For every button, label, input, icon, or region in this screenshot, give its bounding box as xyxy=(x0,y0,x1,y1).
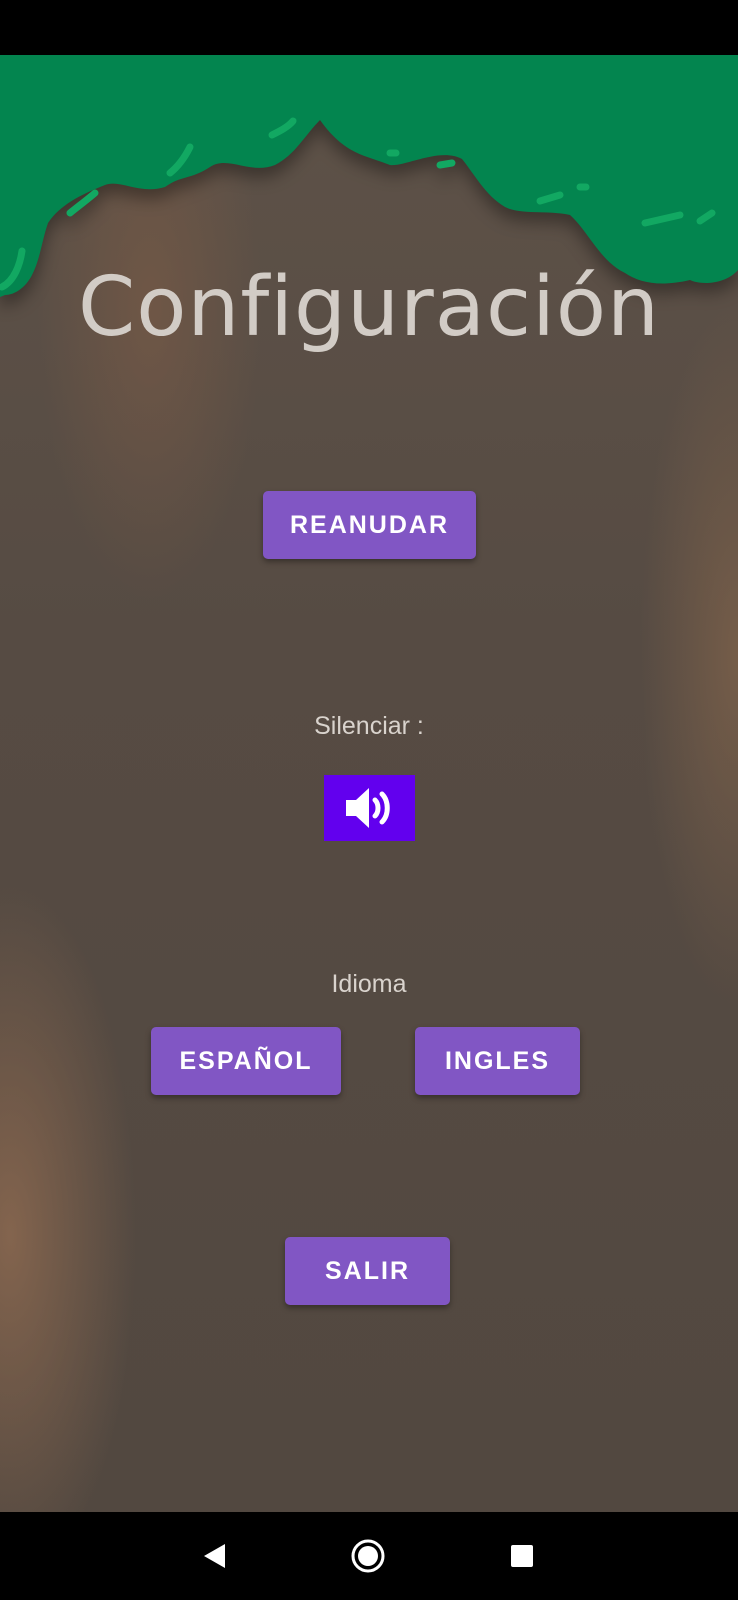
status-bar xyxy=(0,0,738,55)
home-circle-icon xyxy=(351,1539,385,1573)
volume-up-icon xyxy=(345,788,390,828)
spanish-button[interactable]: ESPAÑOL xyxy=(151,1027,341,1095)
recents-square-icon xyxy=(511,1545,533,1567)
recents-button[interactable] xyxy=(500,1534,544,1578)
mute-label: Silenciar : xyxy=(314,712,424,740)
language-label: Idioma xyxy=(331,970,407,998)
english-button[interactable]: INGLES xyxy=(415,1027,580,1095)
home-button[interactable] xyxy=(346,1534,390,1578)
app-screen: Configuración REANUDAR Silenciar : Idiom… xyxy=(0,0,738,1600)
sound-toggle-button[interactable] xyxy=(324,775,415,841)
system-navigation-bar xyxy=(0,1512,738,1600)
back-triangle-icon xyxy=(204,1544,225,1568)
settings-screen: Configuración REANUDAR Silenciar : Idiom… xyxy=(0,55,738,1512)
resume-button[interactable]: REANUDAR xyxy=(263,491,476,559)
exit-button[interactable]: SALIR xyxy=(285,1237,450,1305)
back-button[interactable] xyxy=(192,1534,236,1578)
page-title: Configuración xyxy=(77,260,661,355)
